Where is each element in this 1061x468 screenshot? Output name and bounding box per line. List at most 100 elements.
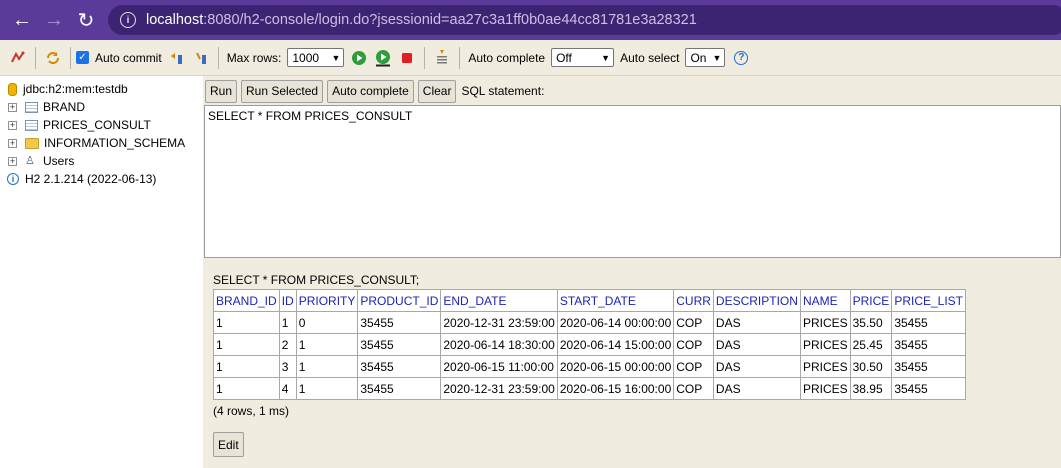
tree-db-node[interactable]: jdbc:h2:mem:testdb bbox=[6, 80, 200, 98]
table-row: 1 1 0 35455 2020-12-31 23:59:00 2020-06-… bbox=[213, 311, 967, 334]
tree-item-prices-consult[interactable]: + PRICES_CONSULT bbox=[6, 116, 200, 134]
table-cell: COP bbox=[673, 333, 714, 356]
table-cell: 35455 bbox=[357, 333, 442, 356]
disconnect-icon[interactable] bbox=[8, 48, 28, 68]
column-header[interactable]: PRICE bbox=[849, 289, 893, 312]
toolbar-separator bbox=[70, 46, 71, 69]
table-cell: 25.45 bbox=[849, 333, 893, 356]
result-table: BRAND_ID ID PRIORITY PRODUCT_ID END_DATE… bbox=[213, 289, 967, 400]
column-header[interactable]: START_DATE bbox=[556, 289, 675, 312]
chevron-down-icon: ▼ bbox=[331, 52, 341, 63]
tree-item-label: BRAND bbox=[43, 100, 86, 114]
toolbar-separator bbox=[459, 46, 461, 69]
table-cell: 38.95 bbox=[849, 377, 893, 400]
table-cell: 1 bbox=[213, 355, 280, 378]
tree-version-row: i H2 2.1.214 (2022-06-13) bbox=[6, 170, 200, 188]
auto-complete-button[interactable]: Auto complete bbox=[327, 79, 414, 103]
reload-icon[interactable]: ↻ bbox=[70, 0, 102, 40]
column-header[interactable]: PRICE_LIST bbox=[891, 289, 967, 312]
rollback-icon[interactable] bbox=[167, 48, 187, 68]
table-cell: 35455 bbox=[891, 355, 967, 378]
query-pane: Run Run Selected Auto complete Clear SQL… bbox=[203, 76, 1061, 468]
expand-icon[interactable]: + bbox=[8, 120, 17, 130]
clear-button[interactable]: Clear bbox=[417, 79, 457, 103]
version-label: H2 2.1.214 (2022-06-13) bbox=[25, 172, 157, 186]
folder-icon bbox=[25, 137, 39, 149]
site-info-icon[interactable]: i bbox=[120, 12, 136, 28]
column-header[interactable]: ID bbox=[278, 289, 297, 312]
toolbar-separator bbox=[217, 46, 219, 69]
table-cell: COP bbox=[673, 377, 714, 400]
tree-item-label: Users bbox=[43, 154, 75, 168]
auto-select-label: Auto select bbox=[620, 50, 680, 65]
auto-commit-label: Auto commit bbox=[95, 50, 162, 65]
expand-icon[interactable]: + bbox=[8, 138, 17, 148]
toolbar-separator bbox=[35, 46, 36, 69]
run-button[interactable]: Run bbox=[205, 79, 238, 103]
auto-select-select[interactable]: On ▼ bbox=[685, 48, 726, 67]
table-icon bbox=[25, 119, 38, 131]
column-header[interactable]: CURR bbox=[673, 289, 714, 312]
chevron-down-icon: ▼ bbox=[712, 52, 722, 63]
browser-bar: ← → ↻ i localhost:8080/h2-console/login.… bbox=[0, 0, 1061, 40]
run-icon[interactable] bbox=[349, 48, 369, 68]
table-cell: PRICES bbox=[799, 355, 851, 378]
column-header[interactable]: PRODUCT_ID bbox=[357, 289, 442, 312]
auto-complete-select[interactable]: Off ▼ bbox=[551, 48, 615, 67]
column-header[interactable]: PRIORITY bbox=[295, 289, 359, 312]
column-header[interactable]: END_DATE bbox=[440, 289, 558, 312]
tree-item-brand[interactable]: + BRAND bbox=[6, 98, 200, 116]
table-cell: 2020-06-15 16:00:00 bbox=[556, 377, 675, 400]
table-cell: 35455 bbox=[891, 311, 967, 334]
table-cell: 2020-12-31 23:59:00 bbox=[440, 377, 558, 400]
result-panel: SELECT * FROM PRICES_CONSULT; BRAND_ID I… bbox=[213, 273, 967, 418]
table-cell: PRICES bbox=[799, 333, 851, 356]
database-icon bbox=[8, 82, 17, 96]
address-bar[interactable]: i localhost:8080/h2-console/login.do?jse… bbox=[108, 5, 1061, 35]
table-cell: 1 bbox=[295, 355, 359, 378]
tree-item-information-schema[interactable]: + INFORMATION_SCHEMA bbox=[6, 134, 200, 152]
table-cell: 1 bbox=[278, 311, 297, 334]
table-cell: 2020-12-31 23:59:00 bbox=[440, 311, 558, 334]
table-cell: 35455 bbox=[891, 333, 967, 356]
stop-icon[interactable] bbox=[397, 48, 417, 68]
tree-item-label: INFORMATION_SCHEMA bbox=[44, 136, 186, 150]
table-cell: PRICES bbox=[799, 377, 851, 400]
run-selected-icon[interactable] bbox=[373, 48, 393, 68]
sql-editor[interactable]: SELECT * FROM PRICES_CONSULT bbox=[204, 105, 1061, 258]
table-cell: 1 bbox=[213, 377, 280, 400]
max-rows-select[interactable]: 1000 ▼ bbox=[287, 48, 345, 67]
table-cell: 35455 bbox=[357, 377, 442, 400]
expand-icon[interactable]: + bbox=[8, 102, 17, 112]
table-cell: COP bbox=[673, 311, 714, 334]
table-cell: 4 bbox=[278, 377, 297, 400]
table-cell: DAS bbox=[712, 333, 801, 356]
history-icon[interactable] bbox=[432, 48, 452, 68]
users-icon: ♙ bbox=[25, 155, 35, 167]
edit-button[interactable]: Edit bbox=[213, 432, 244, 457]
table-cell: 1 bbox=[295, 333, 359, 356]
commit-icon[interactable] bbox=[191, 48, 211, 68]
refresh-icon[interactable] bbox=[43, 48, 63, 68]
table-cell: 35.50 bbox=[849, 311, 893, 334]
column-header[interactable]: NAME bbox=[799, 289, 851, 312]
column-header[interactable]: BRAND_ID bbox=[213, 289, 280, 312]
table-cell: 1 bbox=[213, 311, 280, 334]
help-icon[interactable]: ? bbox=[734, 50, 749, 65]
table-cell: 30.50 bbox=[849, 355, 893, 378]
forward-icon[interactable]: → bbox=[38, 0, 70, 40]
back-icon[interactable]: ← bbox=[6, 0, 38, 40]
table-row: 1 3 1 35455 2020-06-15 11:00:00 2020-06-… bbox=[213, 355, 967, 378]
url-path: :8080/h2-console/login.do?jsessionid=aa2… bbox=[203, 12, 697, 28]
auto-complete-label: Auto complete bbox=[468, 50, 546, 65]
table-cell: 2 bbox=[278, 333, 297, 356]
column-header[interactable]: DESCRIPTION bbox=[712, 289, 801, 312]
expand-icon[interactable]: + bbox=[8, 156, 17, 166]
table-cell: 2020-06-15 11:00:00 bbox=[440, 355, 558, 378]
table-cell: 2020-06-14 18:30:00 bbox=[440, 333, 558, 356]
auto-commit-checkbox[interactable]: ✓ bbox=[76, 51, 89, 64]
table-cell: 2020-06-14 15:00:00 bbox=[556, 333, 675, 356]
run-selected-button[interactable]: Run Selected bbox=[241, 79, 324, 103]
table-cell: COP bbox=[673, 355, 714, 378]
tree-item-users[interactable]: + ♙ Users bbox=[6, 152, 200, 170]
